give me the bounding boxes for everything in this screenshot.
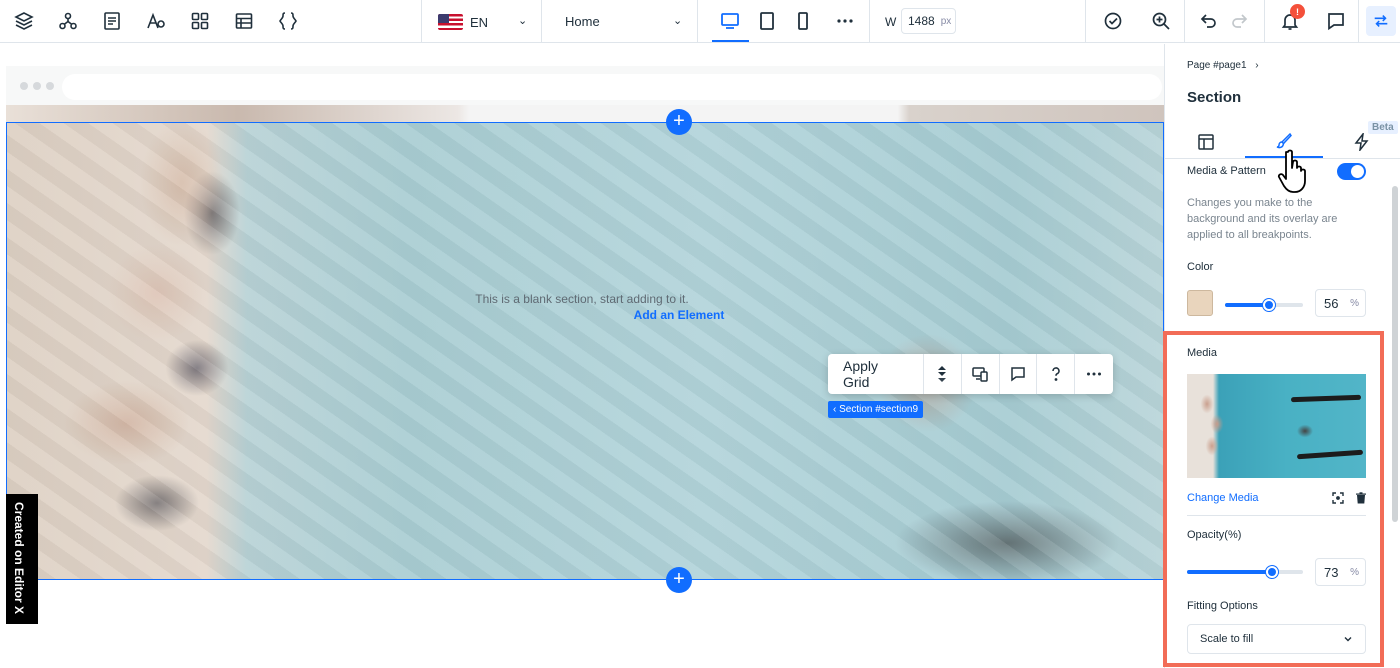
divider (697, 0, 698, 43)
percent-unit: % (1350, 297, 1359, 309)
pages-icon[interactable] (101, 10, 123, 32)
hand-cursor-icon (1277, 149, 1306, 193)
apply-grid-button[interactable]: Apply Grid (828, 354, 924, 394)
breadcrumb[interactable]: Page #page1 › (1187, 60, 1259, 71)
redo-icon[interactable] (1229, 10, 1251, 32)
media-opacity-input[interactable]: 73 % (1315, 558, 1366, 586)
chevron-down-icon[interactable]: ⌄ (518, 14, 527, 27)
language-code: EN (470, 14, 489, 30)
width-unit: px (940, 15, 952, 27)
created-on-badge[interactable]: Created on Editor X (6, 494, 38, 624)
comment-icon[interactable] (1000, 354, 1038, 394)
more-icon[interactable] (1075, 354, 1113, 394)
divider (421, 0, 422, 43)
media-label: Media (1187, 347, 1217, 359)
top-toolbar: EN ⌄ Home ⌄ W 1488 px ! (0, 0, 1400, 43)
panel-scrollbar[interactable] (1392, 186, 1398, 522)
desktop-icon[interactable] (719, 10, 741, 32)
slider-fill (1187, 570, 1272, 574)
panel-toggle-icon[interactable] (1366, 6, 1396, 36)
more-icon[interactable] (834, 10, 856, 32)
divider (1264, 0, 1265, 43)
tablet-icon[interactable] (756, 10, 778, 32)
components-icon[interactable] (57, 10, 79, 32)
previous-section-strip[interactable] (6, 105, 1164, 123)
undo-icon[interactable] (1197, 10, 1219, 32)
comments-icon[interactable] (1325, 10, 1347, 32)
media-thumbnail[interactable] (1187, 374, 1366, 478)
layers-stack-icon[interactable] (924, 354, 962, 394)
zoom-icon[interactable] (1150, 10, 1172, 32)
url-bar (62, 74, 1162, 100)
media-opacity-value: 73 (1324, 564, 1339, 580)
slider-knob[interactable] (1265, 566, 1278, 578)
language-selector[interactable]: EN (438, 12, 488, 32)
panel-title: Section (1187, 89, 1242, 106)
media-pattern-description: Changes you make to the background and i… (1187, 197, 1338, 241)
us-flag-icon (438, 14, 463, 30)
mobile-icon[interactable] (792, 10, 814, 32)
divider (1358, 0, 1359, 43)
lightning-icon (1354, 133, 1369, 151)
layout-icon (1198, 134, 1214, 150)
change-media-link[interactable]: Change Media (1187, 492, 1259, 504)
add-section-below-button[interactable]: + (666, 567, 692, 593)
add-section-above-button[interactable]: + (666, 109, 692, 135)
chevron-right-icon: › (1255, 60, 1259, 71)
fitting-options-label: Fitting Options (1187, 600, 1258, 612)
divider (1085, 0, 1086, 43)
blank-section-text: This is a blank section, start adding to… (475, 292, 689, 306)
beta-badge: Beta (1368, 121, 1398, 134)
selected-section[interactable] (6, 122, 1164, 580)
device-active-indicator (712, 40, 749, 42)
divider (1184, 0, 1185, 43)
media-pattern-label: Media & Pattern (1187, 165, 1266, 177)
apps-icon[interactable] (189, 10, 211, 32)
trash-icon[interactable] (1354, 491, 1368, 505)
code-icon[interactable] (277, 10, 299, 32)
section-tag[interactable]: ‹ Section #section9 (828, 401, 924, 418)
publish-check-icon[interactable] (1102, 10, 1124, 32)
divider (869, 0, 870, 43)
fitting-options-select[interactable]: Scale to fill (1187, 624, 1366, 654)
layers-icon[interactable] (13, 10, 35, 32)
color-opacity-slider[interactable] (1225, 299, 1303, 311)
add-element-link[interactable]: Add an Element (0, 308, 1358, 322)
media-pattern-toggle[interactable] (1337, 163, 1366, 180)
created-on-text: Created on Editor X (12, 502, 26, 615)
page-selector[interactable]: Home (565, 14, 600, 29)
notification-badge: ! (1290, 4, 1305, 19)
chevron-down-icon[interactable]: ⌄ (673, 14, 682, 27)
cms-icon[interactable] (233, 10, 255, 32)
fitting-selected-value: Scale to fill (1200, 633, 1254, 645)
width-value: 1488 (908, 14, 935, 28)
opacity-label: Opacity(%) (1187, 529, 1242, 541)
chevron-down-icon (1344, 637, 1352, 642)
breadcrumb-page: Page #page1 (1187, 60, 1247, 71)
divider (1187, 515, 1366, 516)
color-label: Color (1187, 261, 1214, 273)
window-dots (20, 82, 54, 90)
floating-toolbar: Apply Grid (828, 354, 1113, 394)
width-input[interactable]: 1488 px (901, 8, 956, 34)
percent-unit: % (1350, 566, 1359, 578)
responsive-icon[interactable] (962, 354, 1000, 394)
focal-point-icon[interactable] (1331, 491, 1345, 505)
media-opacity-slider[interactable] (1187, 566, 1303, 578)
help-icon[interactable] (1037, 354, 1076, 394)
fonts-icon[interactable] (145, 10, 167, 32)
width-label: W (885, 15, 897, 29)
browser-frame (6, 66, 1164, 106)
inspector-panel: Page #page1 › Section Beta Media & Patte… (1164, 44, 1400, 668)
divider (541, 0, 542, 43)
tab-layout[interactable] (1167, 126, 1245, 158)
